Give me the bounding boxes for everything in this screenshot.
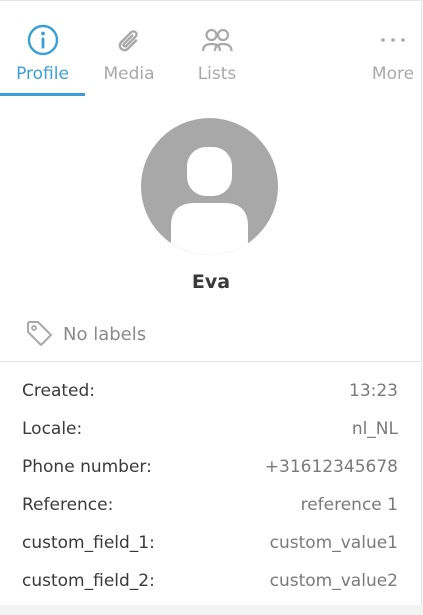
labels-text: No labels	[63, 323, 147, 345]
tab-more[interactable]: More	[350, 1, 423, 97]
paperclip-icon	[118, 30, 138, 52]
detail-row-locale: Locale: nl_NL	[22, 410, 398, 448]
divider	[0, 361, 422, 362]
detail-value: +31612345678	[264, 457, 398, 477]
detail-value: reference 1	[300, 495, 398, 515]
labels-button[interactable]: No labels	[25, 319, 146, 349]
users-icon	[201, 28, 233, 52]
detail-key: Created:	[22, 381, 96, 401]
detail-row-custom-field-1: custom_field_1: custom_value1	[22, 524, 398, 562]
user-silhouette-icon	[171, 147, 248, 255]
active-tab-indicator	[0, 93, 85, 96]
detail-key: custom_field_2:	[22, 571, 155, 591]
bottom-strip	[0, 605, 423, 615]
tab-bar: Profile Media Lists More	[0, 1, 422, 97]
tab-media-label: Media	[103, 64, 155, 84]
contact-details: Created: 13:23 Locale: nl_NL Phone numbe…	[22, 372, 398, 600]
tab-media[interactable]: Media	[85, 1, 173, 97]
tab-profile[interactable]: Profile	[0, 1, 85, 97]
detail-key: Locale:	[22, 419, 83, 439]
tab-profile-label: Profile	[16, 64, 69, 84]
detail-row-reference: Reference: reference 1	[22, 486, 398, 524]
detail-value: 13:23	[349, 381, 398, 401]
tab-more-label: More	[371, 64, 415, 84]
tag-icon	[27, 321, 52, 346]
detail-key: custom_field_1:	[22, 533, 155, 553]
detail-value: custom_value1	[269, 533, 398, 553]
contact-panel: Profile Media Lists More Eva No labels C…	[0, 0, 422, 605]
contact-name: Eva	[191, 271, 231, 293]
detail-row-phone: Phone number: +31612345678	[22, 448, 398, 486]
detail-value: nl_NL	[351, 419, 398, 439]
info-icon	[27, 24, 58, 56]
detail-row-custom-field-2: custom_field_2: custom_value2	[22, 562, 398, 600]
detail-key: Phone number:	[22, 457, 152, 477]
detail-key: Reference:	[22, 495, 114, 515]
avatar	[141, 118, 278, 255]
detail-row-created: Created: 13:23	[22, 372, 398, 410]
detail-value: custom_value2	[269, 571, 398, 591]
more-icon	[381, 38, 405, 42]
tab-lists-label: Lists	[197, 64, 237, 84]
tab-lists[interactable]: Lists	[173, 1, 261, 97]
